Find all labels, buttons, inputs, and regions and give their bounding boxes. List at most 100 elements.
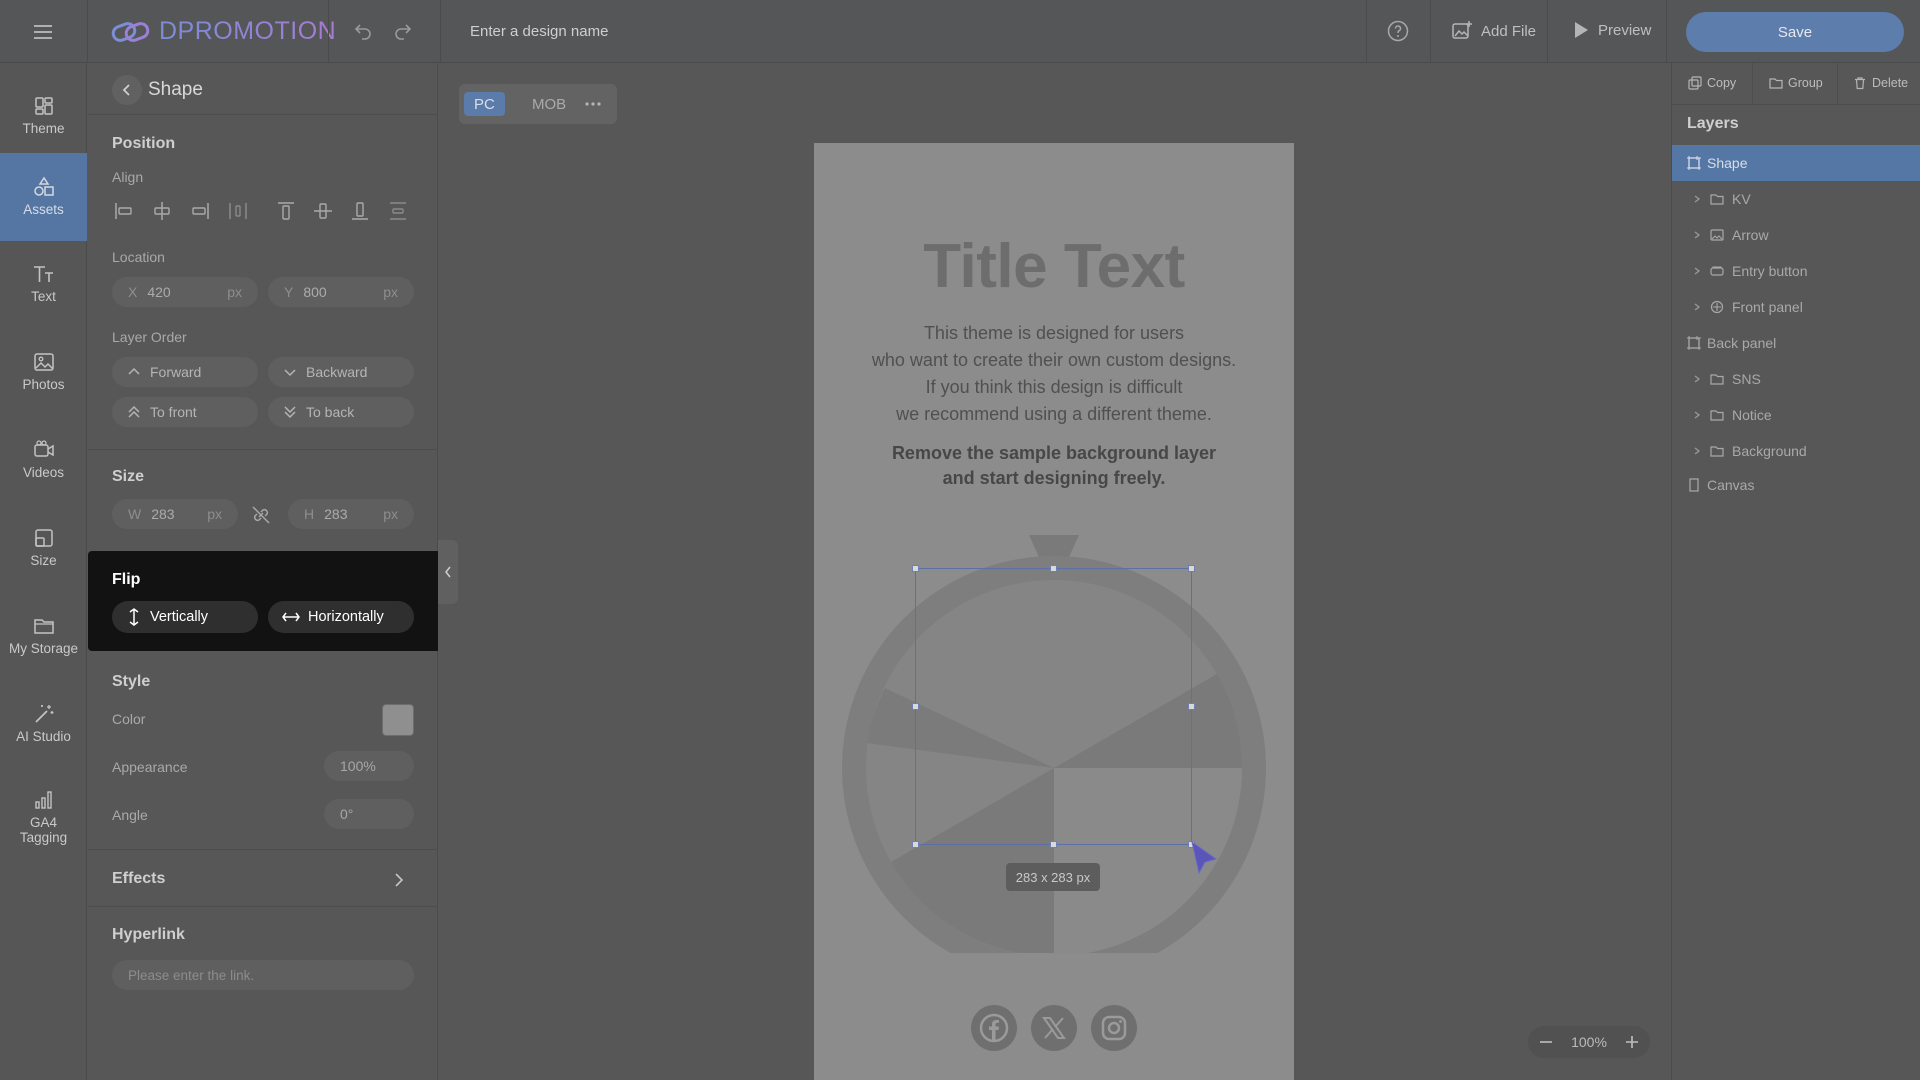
x-position-field[interactable]: X 420 px xyxy=(112,277,258,307)
align-left-icon[interactable] xyxy=(112,199,136,223)
zoom-out-icon[interactable] xyxy=(1538,1034,1554,1050)
double-chevron-up-icon xyxy=(126,404,142,420)
add-file-button[interactable]: Add File xyxy=(1451,20,1536,42)
canvas-bold-line[interactable]: and start designing freely. xyxy=(814,466,1294,491)
color-swatch[interactable] xyxy=(382,704,414,736)
design-canvas[interactable]: Title Text This theme is designed for us… xyxy=(814,143,1294,1080)
x-icon[interactable] xyxy=(1031,1005,1077,1051)
delete-button[interactable]: Delete xyxy=(1853,76,1908,90)
help-icon[interactable] xyxy=(1386,19,1410,43)
color-label: Color xyxy=(112,711,146,727)
panel-title: Shape xyxy=(148,79,203,100)
align-center-vertical-icon[interactable] xyxy=(311,199,335,223)
layer-item-shape[interactable]: Shape xyxy=(1672,145,1920,181)
resize-handle-top-left[interactable] xyxy=(912,565,919,572)
rail-item-assets[interactable]: Assets xyxy=(0,153,87,241)
chevron-right-icon[interactable] xyxy=(1692,230,1704,240)
angle-field[interactable]: 0° xyxy=(324,799,414,829)
layer-item-sns[interactable]: SNS xyxy=(1672,361,1920,397)
rail-item-videos[interactable]: Videos xyxy=(0,417,87,503)
canvas-body-line[interactable]: we recommend using a different theme. xyxy=(814,401,1294,428)
rail-label: Text xyxy=(31,289,56,305)
align-center-horizontal-icon[interactable] xyxy=(150,199,174,223)
distribute-horizontal-icon[interactable] xyxy=(226,199,250,223)
undo-icon[interactable] xyxy=(352,20,374,42)
preview-button[interactable]: Preview xyxy=(1572,20,1651,40)
rail-item-photos[interactable]: Photos xyxy=(0,329,87,415)
hyperlink-input[interactable] xyxy=(112,960,414,990)
collapse-panel-button[interactable] xyxy=(438,540,458,604)
rail-item-ga4-tagging[interactable]: GA4 Tagging xyxy=(0,771,87,863)
rail-label: Theme xyxy=(22,121,65,137)
top-bar: DPROMOTION Add File Preview Save xyxy=(0,0,1920,63)
save-button[interactable]: Save xyxy=(1686,12,1904,52)
align-bottom-icon[interactable] xyxy=(348,199,372,223)
canvas-body-line[interactable]: who want to create their own custom desi… xyxy=(814,347,1294,374)
distribute-vertical-icon[interactable] xyxy=(386,199,410,223)
chevron-right-icon[interactable] xyxy=(1692,410,1704,420)
chevron-right-icon[interactable] xyxy=(1692,266,1704,276)
resize-handle-left[interactable] xyxy=(912,703,919,710)
rail-label: Videos xyxy=(22,465,65,481)
rail-item-ai-studio[interactable]: AI Studio xyxy=(0,681,87,767)
forward-button[interactable]: Forward xyxy=(112,357,258,387)
tab-pc[interactable]: PC xyxy=(464,92,505,116)
group-button[interactable]: Group xyxy=(1769,76,1823,90)
resize-handle-top[interactable] xyxy=(1050,565,1057,572)
flip-vertically-button[interactable]: Vertically xyxy=(112,601,258,633)
align-top-icon[interactable] xyxy=(274,199,298,223)
back-button[interactable] xyxy=(112,75,142,105)
zoom-in-icon[interactable] xyxy=(1624,1034,1640,1050)
layer-item-notice[interactable]: Notice xyxy=(1672,397,1920,433)
resize-handle-top-right[interactable] xyxy=(1188,565,1195,572)
tab-mob[interactable]: MOB xyxy=(522,92,576,116)
more-options-icon[interactable] xyxy=(583,94,603,114)
rail-item-my-storage[interactable]: My Storage xyxy=(0,593,87,679)
facebook-icon[interactable] xyxy=(971,1005,1017,1051)
appearance-field[interactable]: 100% xyxy=(324,751,414,781)
backward-button[interactable]: Backward xyxy=(268,357,414,387)
to-back-button[interactable]: To back xyxy=(268,397,414,427)
rail-item-size[interactable]: Size xyxy=(0,505,87,591)
folder-icon xyxy=(1710,408,1726,422)
layer-item-back-panel[interactable]: Back panel xyxy=(1672,325,1920,361)
effects-chevron-right-icon[interactable] xyxy=(390,871,408,889)
folder-icon xyxy=(1710,444,1726,458)
resize-handle-right[interactable] xyxy=(1188,703,1195,710)
resize-handle-bottom[interactable] xyxy=(1050,841,1057,848)
layer-item-background[interactable]: Background xyxy=(1672,433,1920,469)
canvas-body-line[interactable]: If you think this design is difficult xyxy=(814,374,1294,401)
to-front-button[interactable]: To front xyxy=(112,397,258,427)
redo-icon[interactable] xyxy=(392,20,414,42)
design-name-input[interactable] xyxy=(470,18,870,44)
align-right-icon[interactable] xyxy=(188,199,212,223)
chevron-right-icon[interactable] xyxy=(1692,374,1704,384)
layer-item-kv[interactable]: KV xyxy=(1672,181,1920,217)
canvas-bold-line[interactable]: Remove the sample background layer xyxy=(814,441,1294,466)
hamburger-menu-icon[interactable] xyxy=(31,20,55,44)
selected-shape[interactable] xyxy=(915,568,1192,845)
chevron-right-icon[interactable] xyxy=(1692,194,1704,204)
unlink-aspect-ratio-icon[interactable] xyxy=(250,504,272,526)
brand-logo[interactable]: DPROMOTION xyxy=(111,17,336,46)
canvas-body-line[interactable]: This theme is designed for users xyxy=(814,320,1294,347)
canvas-title[interactable]: Title Text xyxy=(814,231,1294,302)
chevron-up-icon xyxy=(126,364,142,380)
instagram-icon[interactable] xyxy=(1091,1005,1137,1051)
left-nav-rail: Theme Assets Text Photos Videos Size My … xyxy=(0,63,87,1080)
copy-button[interactable]: Copy xyxy=(1688,76,1736,90)
layer-item-entry-button[interactable]: Entry button xyxy=(1672,253,1920,289)
resize-handle-bottom-left[interactable] xyxy=(912,841,919,848)
flip-horizontally-button[interactable]: Horizontally xyxy=(268,601,414,633)
layer-item-front-panel[interactable]: Front panel xyxy=(1672,289,1920,325)
chevron-right-icon[interactable] xyxy=(1692,446,1704,456)
chevron-right-icon[interactable] xyxy=(1692,302,1704,312)
y-position-field[interactable]: Y 800 px xyxy=(268,277,414,307)
width-field[interactable]: W 283 px xyxy=(112,499,238,529)
rail-item-text[interactable]: Text xyxy=(0,241,87,327)
layer-item-canvas[interactable]: Canvas xyxy=(1672,467,1920,503)
rail-item-theme[interactable]: Theme xyxy=(0,73,87,159)
layer-item-arrow[interactable]: Arrow xyxy=(1672,217,1920,253)
effects-title: Effects xyxy=(112,870,166,887)
height-field[interactable]: H 283 px xyxy=(288,499,414,529)
